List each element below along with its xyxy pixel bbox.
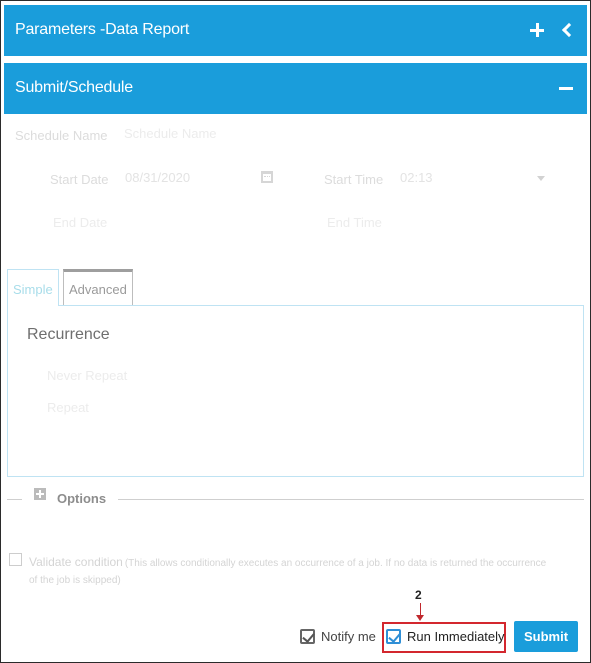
- end-date-label[interactable]: End Date: [53, 215, 107, 230]
- tab-simple[interactable]: Simple: [7, 269, 59, 306]
- validate-label[interactable]: Validate condition: [29, 555, 123, 569]
- schedule-name-input[interactable]: Schedule Name: [124, 126, 217, 141]
- validate-condition-text: Validate condition (This allows condition…: [29, 554, 549, 589]
- recurrence-title: Recurrence: [27, 326, 110, 343]
- plus-icon[interactable]: [529, 15, 547, 45]
- submit-button[interactable]: Submit: [514, 621, 578, 652]
- end-time-label[interactable]: End Time: [327, 215, 382, 230]
- expand-plus-icon[interactable]: [34, 488, 46, 500]
- start-time-label: Start Time: [324, 172, 384, 187]
- calendar-icon[interactable]: [261, 171, 273, 183]
- submit-schedule-title: Submit/Schedule: [15, 79, 133, 96]
- schedule-name-label: Schedule Name: [15, 128, 108, 143]
- annotation-step-number: 2: [415, 588, 422, 602]
- submit-schedule-header[interactable]: Submit/Schedule: [4, 63, 587, 114]
- chevron-left-icon[interactable]: [558, 15, 576, 45]
- options-divider-right: [118, 499, 584, 500]
- tab-advanced[interactable]: Advanced: [63, 269, 133, 306]
- run-immediately-checkbox-icon[interactable]: [386, 629, 401, 644]
- validate-checkbox[interactable]: [9, 553, 22, 566]
- start-date-input[interactable]: 08/31/2020: [125, 170, 190, 185]
- parameters-header[interactable]: Parameters -Data Report: [4, 5, 587, 56]
- never-repeat-option[interactable]: Never Repeat: [47, 368, 127, 383]
- notify-me-label[interactable]: Notify me: [321, 629, 376, 644]
- start-date-label: Start Date: [50, 172, 109, 187]
- options-label[interactable]: Options: [57, 491, 106, 506]
- run-immediately-label[interactable]: Run Immediately: [407, 629, 505, 644]
- options-divider-left: [7, 499, 22, 500]
- chevron-down-icon[interactable]: [537, 176, 545, 181]
- parameters-title: Parameters -Data Report: [15, 21, 190, 38]
- notify-checkbox-icon[interactable]: [300, 629, 315, 644]
- repeat-option[interactable]: Repeat: [47, 400, 89, 415]
- minus-icon[interactable]: [557, 73, 575, 103]
- arrow-down-icon: [416, 615, 424, 621]
- start-time-select[interactable]: 02:13: [400, 170, 433, 185]
